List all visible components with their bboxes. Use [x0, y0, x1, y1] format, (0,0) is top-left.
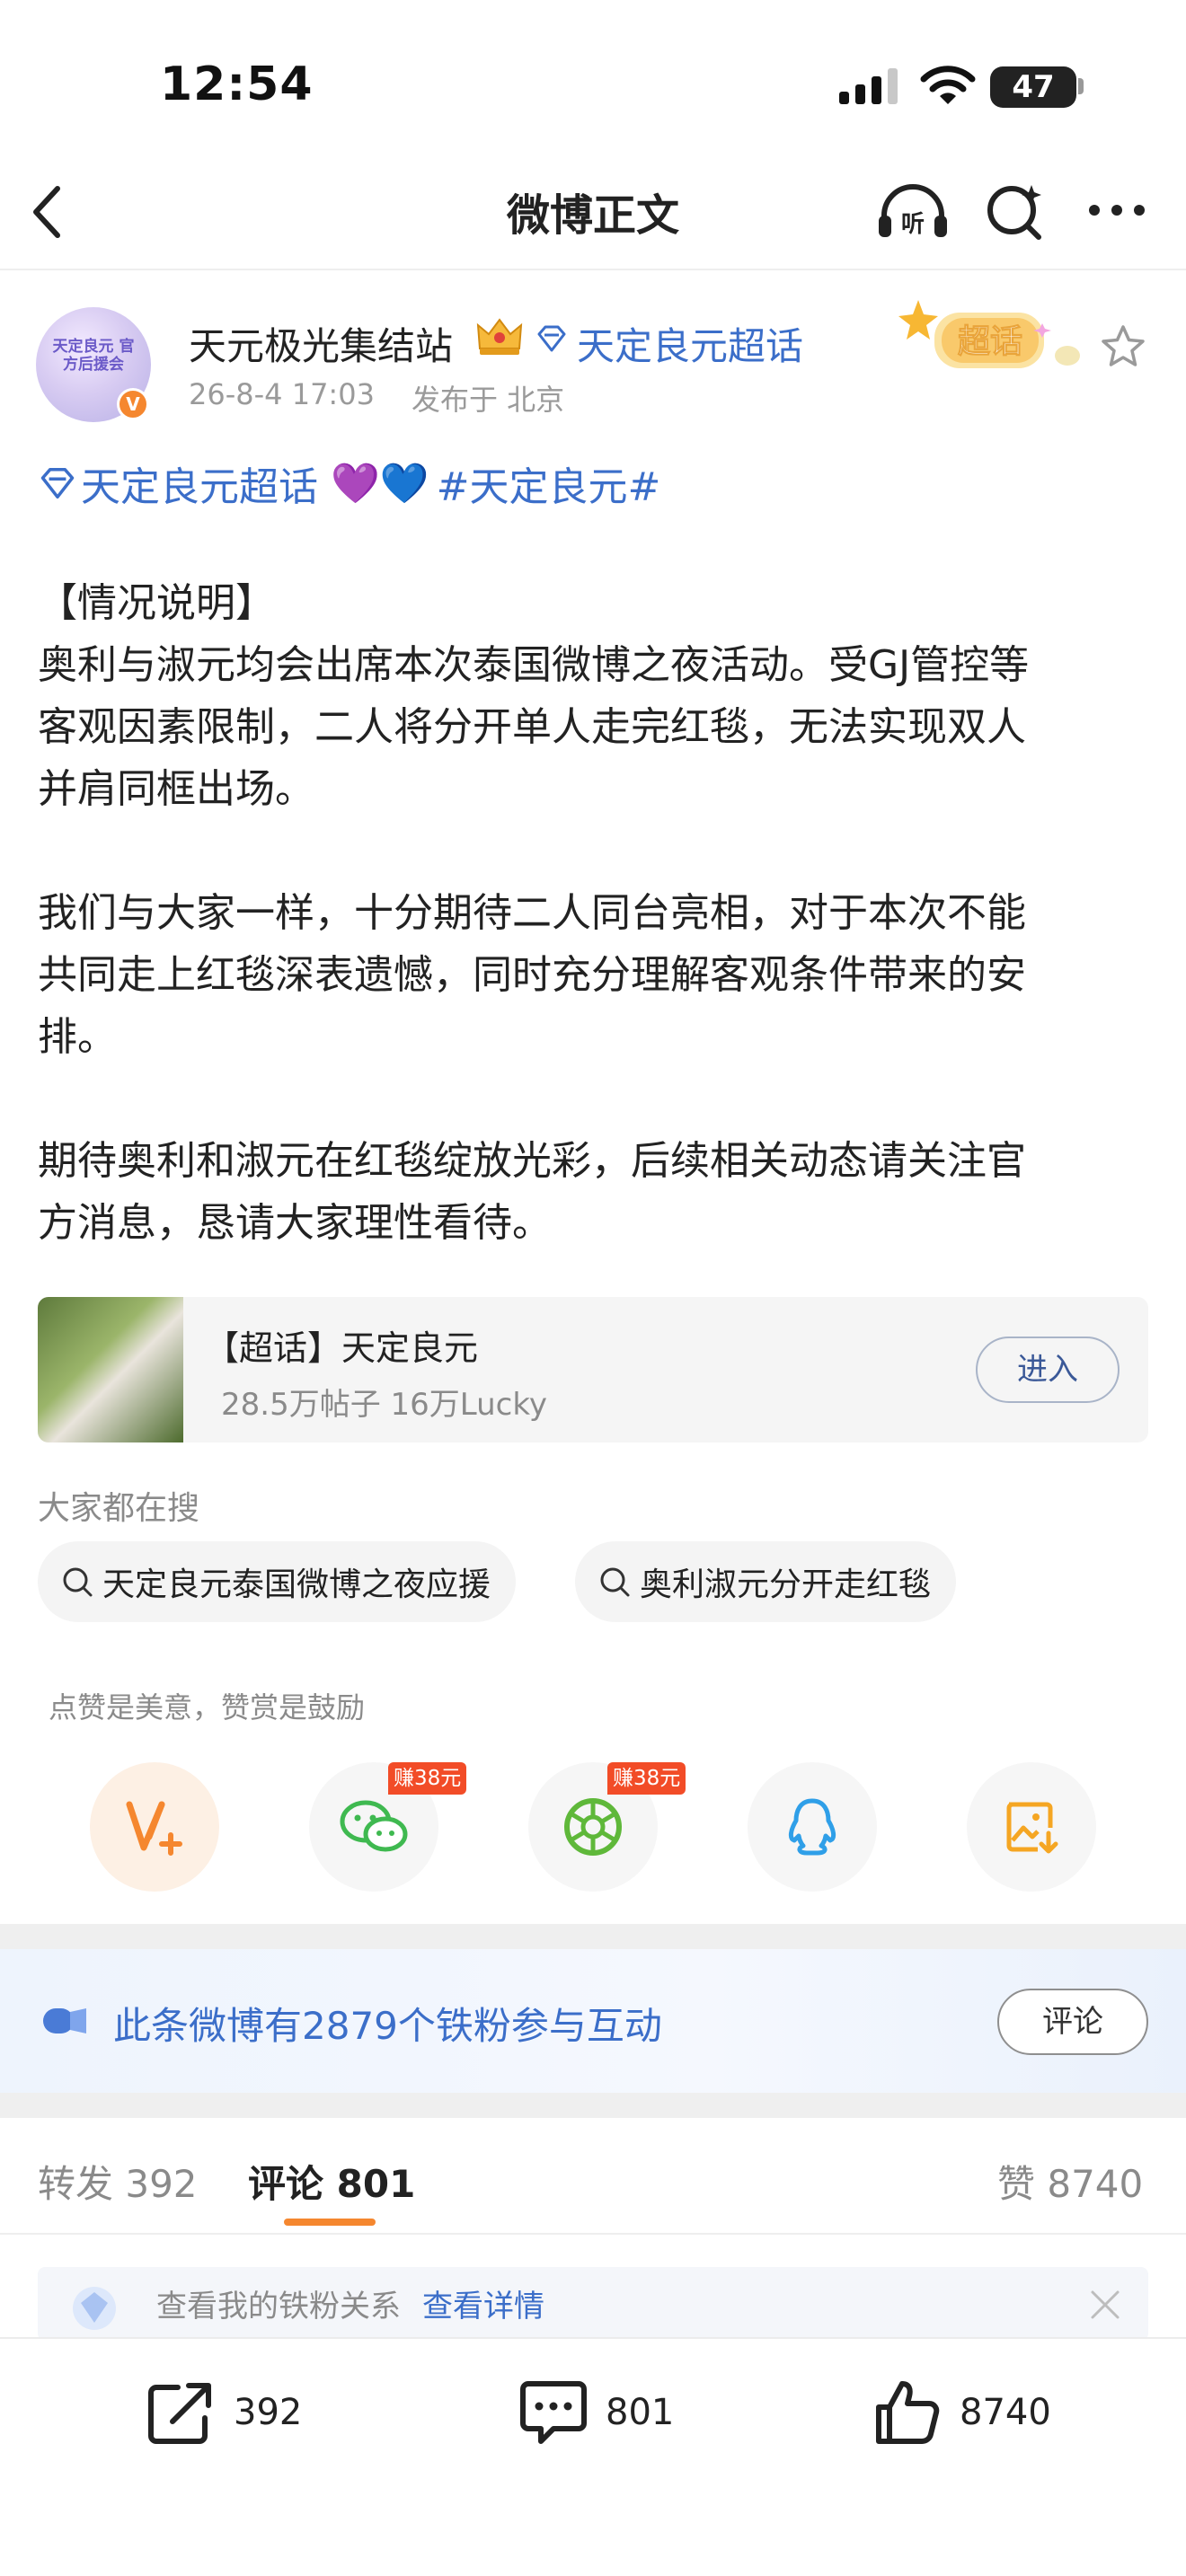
earn-badge: 赚38元	[388, 1762, 467, 1795]
search-icon	[600, 1567, 630, 1597]
post-line: 【情况说明】	[38, 580, 275, 626]
supertopic-card-stats: 28.5万帖子 16万Lucky	[221, 1387, 547, 1423]
trending-search-label: 大家都在搜	[38, 1490, 200, 1527]
enter-supertopic-button[interactable]: 进入	[976, 1337, 1120, 1403]
supertopic-card-title: 【超话】天定良元	[205, 1328, 479, 1368]
fans-relation-bar[interactable]: 查看我的铁粉关系 查看详情	[38, 2267, 1148, 2341]
like-button[interactable]: 8740	[872, 2378, 1051, 2447]
author-name[interactable]: 天元极光集结站	[189, 316, 453, 371]
active-tab-indicator	[284, 2219, 376, 2226]
save-image-icon	[1006, 1802, 1058, 1854]
search-chip[interactable]: 天定良元泰国微博之夜应援	[38, 1541, 517, 1622]
more-icon[interactable]	[1085, 199, 1148, 221]
crown-icon	[476, 318, 523, 355]
supertopic-badge-icon[interactable]: 超话	[898, 296, 1087, 386]
post-line: 并肩同框出场。	[38, 766, 314, 812]
reward-button[interactable]	[90, 1762, 219, 1892]
search-icon[interactable]	[983, 180, 1046, 243]
fans-interaction-text: 此条微博有2879个铁粉参与互动	[113, 2004, 662, 2048]
repost-button[interactable]: 392	[146, 2378, 302, 2447]
author-supertopic-link[interactable]: 天定良元超话	[577, 316, 803, 371]
comment-icon	[520, 2381, 587, 2444]
tab-like[interactable]: 赞 8740	[997, 2154, 1143, 2209]
post-paragraph-1: 【情况说明】 奥利与淑元均会出席本次泰国微博之夜活动。受GJ管控等 客观因素限制…	[38, 572, 1152, 820]
like-count: 8740	[960, 2392, 1051, 2433]
battery-tip	[1078, 78, 1084, 94]
post-paragraph-2: 我们与大家一样，十分期待二人同台亮相，对于本次不能 共同走上红毯深表遗憾，同时充…	[38, 882, 1152, 1068]
supertopic-diamond-icon	[40, 467, 75, 499]
supertopic-badge-label: 超话	[958, 323, 1022, 360]
earn-badge: 赚38元	[607, 1762, 686, 1795]
post-topic-line: 天定良元超话 💜💙 #天定良元#	[38, 456, 660, 510]
fans-relation-detail-link[interactable]: 查看详情	[422, 2281, 544, 2325]
save-image-button[interactable]	[967, 1762, 1096, 1892]
share-qq-button[interactable]	[748, 1762, 877, 1892]
wifi-icon	[920, 66, 976, 104]
listen-icon[interactable]: 听	[875, 180, 951, 243]
fans-relation-text: 查看我的铁粉关系	[156, 2289, 401, 2325]
comment-button[interactable]: 801	[518, 2378, 674, 2447]
post-line: 我们与大家一样，十分期待二人同台亮相，对于本次不能	[38, 890, 1026, 936]
post-paragraph-3: 期待奥利和淑元在红毯绽放光彩，后续相关动态请关注官 方消息，恳请大家理性看待。	[38, 1130, 1152, 1254]
like-icon	[876, 2381, 940, 2444]
close-icon[interactable]	[1089, 2289, 1121, 2321]
post-line: 排。	[38, 1014, 117, 1060]
post-hashtag-link[interactable]: #天定良元#	[437, 454, 661, 512]
battery-indicator: 47	[990, 66, 1076, 108]
supertopic-diamond-icon	[537, 325, 566, 352]
cellular-signal-icon	[839, 68, 898, 104]
reward-icon	[126, 1801, 182, 1856]
fans-icon	[43, 2008, 86, 2033]
supertopic-card[interactable]: 【超话】天定良元 28.5万帖子 16万Lucky 进入	[38, 1297, 1148, 1442]
qq-icon	[788, 1798, 836, 1856]
status-time: 12:54	[160, 57, 314, 111]
search-chip-label: 天定良元泰国微博之夜应援	[102, 1566, 491, 1603]
verified-badge-icon: V	[117, 388, 149, 420]
repost-icon	[148, 2383, 211, 2444]
svg-text:听: 听	[901, 211, 925, 238]
praise-tip: 点赞是美意，赞赏是鼓励	[49, 1690, 366, 1725]
post-line: 期待奥利和淑元在红毯绽放光彩，后续相关动态请关注官	[38, 1138, 1026, 1184]
post-location: 发布于 北京	[412, 383, 565, 417]
comment-count: 801	[606, 2392, 675, 2433]
heart-emoji: 💜💙	[331, 461, 429, 507]
post-line: 奥利与淑元均会出席本次泰国微博之夜活动。受GJ管控等	[38, 642, 1030, 688]
wechat-icon	[340, 1800, 408, 1852]
search-icon	[63, 1567, 93, 1597]
section-gap	[0, 1924, 1186, 1949]
avatar-text: 天定良元 官方后援会	[52, 338, 135, 374]
tab-repost[interactable]: 转发 392	[38, 2154, 198, 2209]
post-line: 方消息，恳请大家理性看待。	[38, 1200, 552, 1246]
post-time: 26-8-4 17:03	[189, 377, 375, 411]
post-line: 共同走上红毯深表遗憾，同时充分理解客观条件带来的安	[38, 952, 1026, 998]
nav-divider	[0, 269, 1186, 270]
repost-count: 392	[234, 2392, 303, 2433]
bottom-action-bar: 392 801 8740	[0, 2337, 1186, 2576]
post-line: 客观因素限制，二人将分开单人走完红毯，无法实现双人	[38, 704, 1026, 750]
tab-comment[interactable]: 评论 801	[248, 2154, 415, 2209]
supertopic-thumbnail	[38, 1297, 183, 1442]
moments-icon	[564, 1798, 622, 1856]
tabs-divider	[0, 2233, 1186, 2235]
favorite-star-icon[interactable]	[1100, 323, 1146, 370]
post-supertopic-link[interactable]: 天定良元超话	[81, 454, 318, 512]
fans-badge-icon	[73, 2287, 116, 2330]
fans-comment-button[interactable]: 评论	[997, 1989, 1148, 2055]
search-chip[interactable]: 奥利淑元分开走红毯	[575, 1541, 957, 1622]
search-chip-label: 奥利淑元分开走红毯	[640, 1566, 932, 1603]
section-gap	[0, 2093, 1186, 2118]
